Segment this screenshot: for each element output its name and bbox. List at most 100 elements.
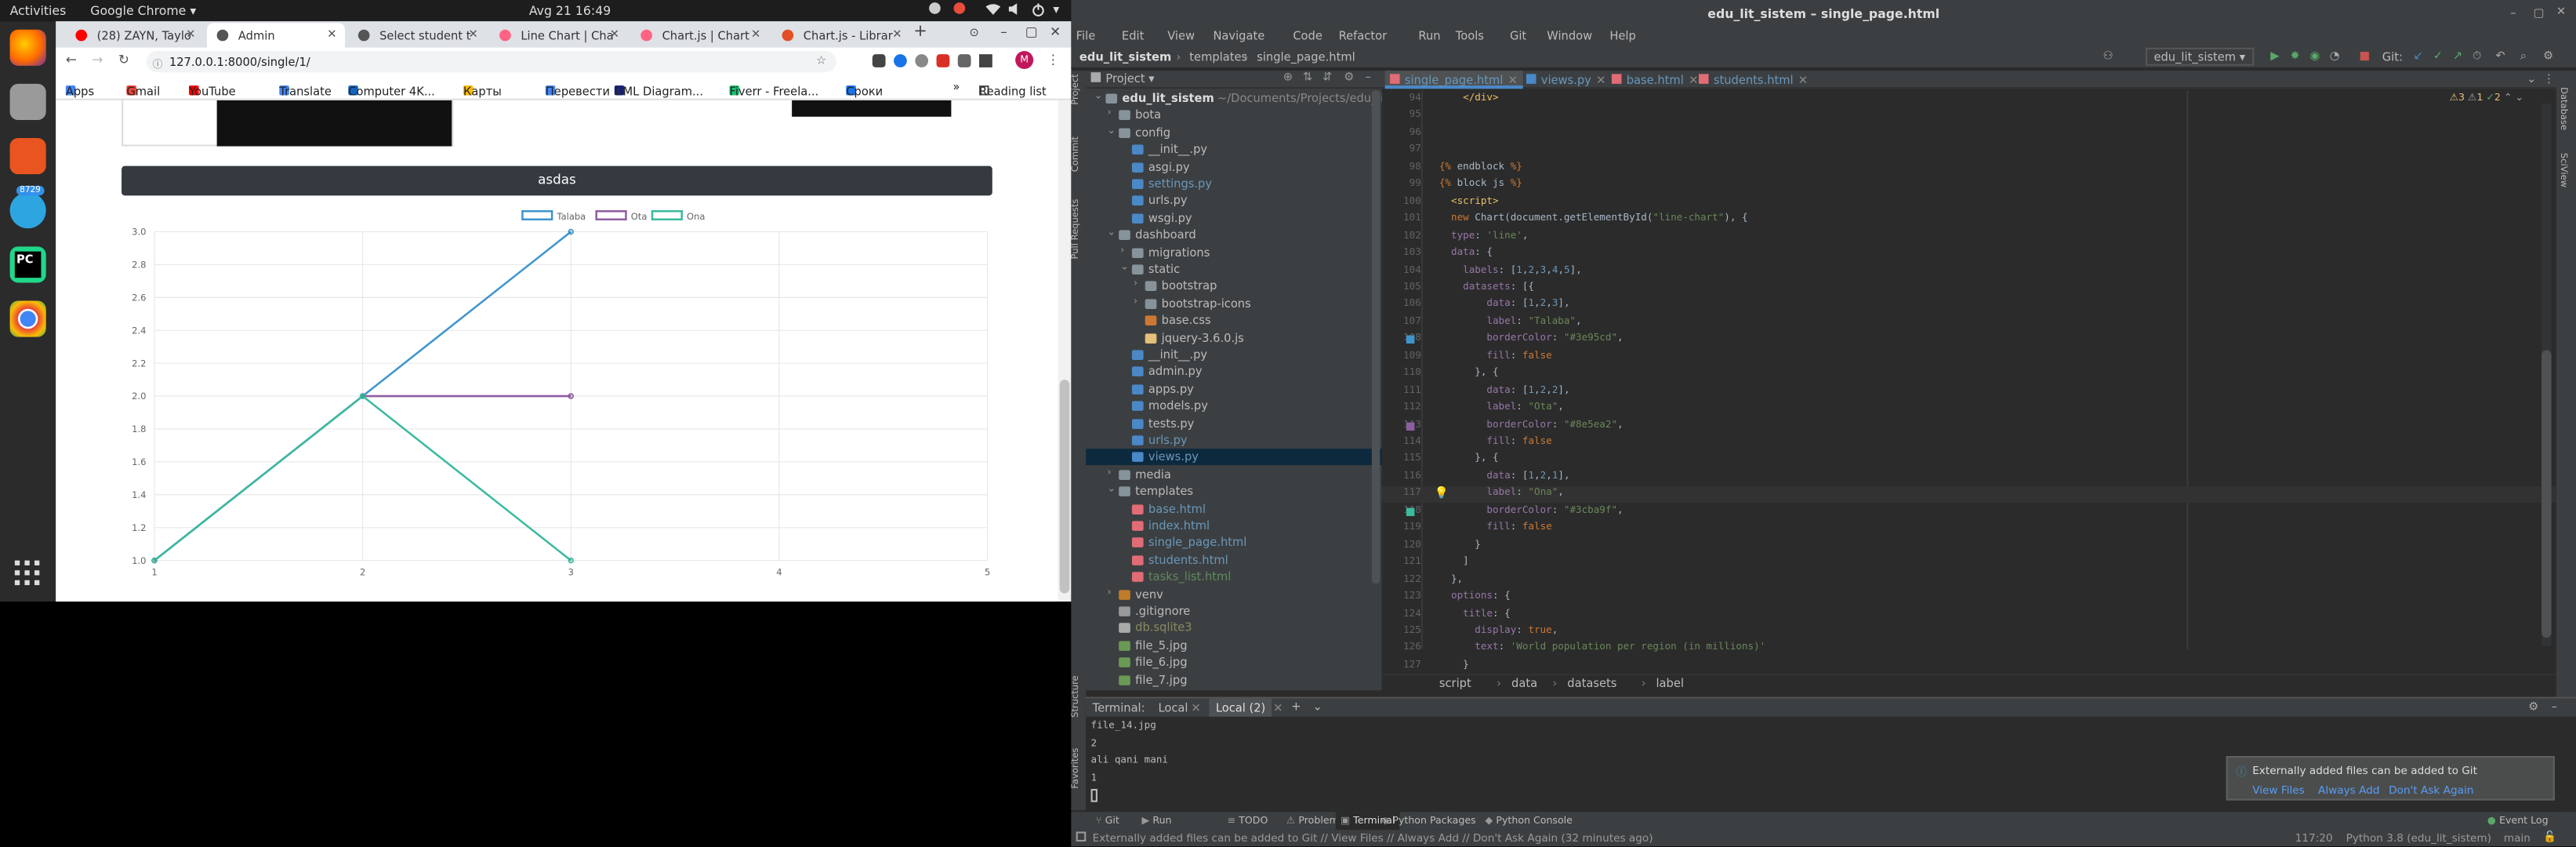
tree-item[interactable]: ⌄ static: [1086, 261, 1381, 278]
nav-crumb[interactable]: edu_lit_sistem: [1079, 51, 1171, 64]
tool-window-python-console[interactable]: ◆ Python Console: [1480, 812, 1577, 830]
tree-item[interactable]: › bootstrap: [1086, 278, 1381, 295]
tab-close-icon[interactable]: ✕: [751, 28, 760, 42]
settings-icon[interactable]: ⚙: [2543, 49, 2553, 63]
chevron-icon[interactable]: ›: [1108, 586, 1112, 598]
power-icon[interactable]: [1032, 3, 1045, 20]
color-swatch[interactable]: [1406, 421, 1415, 431]
pycharm-icon[interactable]: PC: [9, 246, 46, 283]
chevron-icon[interactable]: ›: [1134, 296, 1137, 307]
legend-label[interactable]: Talaba: [556, 211, 586, 222]
git-push-icon[interactable]: ↗: [2453, 49, 2462, 63]
bookmark-star-icon[interactable]: ☆: [816, 54, 826, 67]
kebab-menu-icon[interactable]: ⋮: [1047, 53, 1060, 67]
browser-tab[interactable]: Chart.js | Chart ✕: [631, 23, 769, 47]
terminal-output[interactable]: file_14.jpg 2 ali qani mani 1: [1090, 720, 1168, 806]
media-icon[interactable]: [979, 54, 992, 67]
always-add-link[interactable]: Always Add: [2318, 784, 2379, 798]
close-icon[interactable]: ✕: [2556, 5, 2566, 18]
profile-avatar[interactable]: M: [1015, 50, 1034, 70]
chevron-icon[interactable]: ›: [1108, 107, 1112, 119]
view-files-link[interactable]: View Files: [2252, 784, 2305, 798]
firefox-icon[interactable]: [9, 29, 46, 66]
new-tab-button[interactable]: +: [913, 23, 927, 41]
tree-item[interactable]: admin.py: [1086, 364, 1381, 380]
tab-close-icon[interactable]: ✕: [610, 28, 619, 42]
tree-item[interactable]: urls.py: [1086, 193, 1381, 209]
status-toggle-icon[interactable]: [1076, 831, 1087, 842]
nav-crumb[interactable]: single_page.html: [1257, 51, 1355, 64]
tree-item[interactable]: file_7.jpg: [1086, 671, 1381, 688]
lightbulb-icon[interactable]: 💡: [1435, 487, 1449, 500]
ubuntu-software-icon[interactable]: [928, 2, 942, 18]
back-icon[interactable]: ←: [66, 53, 77, 67]
scrollbar-thumb[interactable]: [1059, 380, 1070, 594]
tree-item[interactable]: ⌄ config: [1086, 125, 1381, 141]
tree-item[interactable]: __init__.py: [1086, 347, 1381, 363]
address-bar[interactable]: ⓘ 127.0.0.1:8000/single/1/ ☆: [146, 50, 836, 73]
bookmarks-more-icon[interactable]: »: [953, 81, 960, 94]
activities-button[interactable]: Activities: [10, 3, 67, 18]
tree-item[interactable]: ⌄ edu_lit_sistem ~/Documents/Projects/edu_…: [1086, 90, 1388, 107]
tab-close-icon[interactable]: ✕: [327, 28, 336, 42]
terminal-tab[interactable]: Local: [1158, 702, 1188, 715]
nav-crumb[interactable]: templates: [1189, 51, 1247, 64]
expand-all-icon[interactable]: ⇅: [1303, 71, 1312, 84]
terminal-tab[interactable]: Local (2): [1209, 698, 1272, 717]
menu-navigate[interactable]: Navigate: [1213, 30, 1264, 43]
kebab-menu-icon[interactable]: ⋮: [2543, 72, 2555, 85]
history-icon[interactable]: ⏱: [2473, 49, 2481, 64]
dont-ask-again-link[interactable]: Don't Ask Again: [2389, 784, 2473, 798]
legend-label[interactable]: Ota: [631, 211, 648, 222]
tree-item[interactable]: students.html: [1086, 552, 1381, 569]
editor-tab[interactable]: single_page.html ✕: [1384, 71, 1523, 89]
git-branch[interactable]: main: [2504, 831, 2531, 845]
chevron-icon[interactable]: ›: [1108, 467, 1112, 478]
tree-item[interactable]: › bota: [1086, 107, 1381, 124]
minimize-icon[interactable]: –: [2510, 6, 2516, 20]
event-log[interactable]: ● Event Log: [2487, 815, 2549, 827]
tree-item[interactable]: ⌄ templates: [1086, 484, 1381, 500]
tool-window-run[interactable]: ▶ Run: [1137, 812, 1177, 830]
wifi-icon[interactable]: [985, 3, 1001, 18]
editor-tab[interactable]: students.html ✕: [1694, 71, 1813, 89]
tree-item[interactable]: jquery-3.6.0.js: [1086, 329, 1381, 346]
tree-item[interactable]: tests.py: [1086, 415, 1381, 431]
chevron-icon[interactable]: ⌄: [1108, 484, 1116, 496]
page-scrollbar[interactable]: [1058, 100, 1072, 602]
chevron-icon[interactable]: ›: [1134, 278, 1137, 290]
volume-icon[interactable]: [1008, 3, 1022, 18]
status-message[interactable]: Externally added files can be added to G…: [1093, 831, 1653, 845]
menu-window[interactable]: Window: [1547, 30, 1592, 43]
data-point[interactable]: [568, 393, 575, 399]
data-point[interactable]: [151, 557, 158, 564]
tree-item[interactable]: › migrations: [1086, 244, 1381, 260]
menu-help[interactable]: Help: [1609, 30, 1635, 43]
close-icon[interactable]: ✕: [1798, 74, 1808, 87]
run-config-select[interactable]: edu_lit_sistem ▾: [2145, 47, 2254, 66]
code-crumb[interactable]: data: [1511, 677, 1537, 690]
browser-tab[interactable]: Admin ✕: [207, 23, 346, 48]
reload-icon[interactable]: ↻: [118, 53, 129, 67]
tree-scrollbar[interactable]: [1371, 90, 1381, 583]
scrollbar-thumb[interactable]: [2542, 350, 2552, 638]
chevron-icon[interactable]: ⌄: [1108, 125, 1116, 136]
chrome-icon[interactable]: [9, 300, 46, 337]
interpreter[interactable]: Python 3.8 (edu_lit_sistem): [2346, 831, 2491, 845]
chevron-icon[interactable]: ›: [1120, 244, 1124, 256]
tree-item[interactable]: › bootstrap-icons: [1086, 296, 1381, 312]
menu-edit[interactable]: Edit: [1122, 30, 1144, 43]
editor-tab[interactable]: views.py ✕: [1522, 71, 1611, 89]
tool-window-structure[interactable]: Structure: [1071, 675, 1081, 718]
browser-tab[interactable]: Line Chart | Cha ✕: [490, 23, 628, 47]
tool-window-todo[interactable]: ≡ TODO: [1222, 812, 1272, 830]
tree-item[interactable]: ⌄ dashboard: [1086, 227, 1381, 244]
tab-close-icon[interactable]: ✕: [186, 28, 195, 42]
tool-window-favorites[interactable]: Favorites: [1071, 748, 1081, 789]
tree-item[interactable]: › venv: [1086, 586, 1381, 602]
lock-icon[interactable]: 🔓: [2543, 830, 2556, 843]
tab-close-icon[interactable]: ✕: [892, 28, 902, 42]
tree-item[interactable]: tasks_list.html: [1086, 569, 1381, 586]
tool-window-python-packages[interactable]: ◈ Python Packages: [1377, 812, 1481, 830]
browser-tab[interactable]: Select student t ✕: [348, 23, 486, 47]
